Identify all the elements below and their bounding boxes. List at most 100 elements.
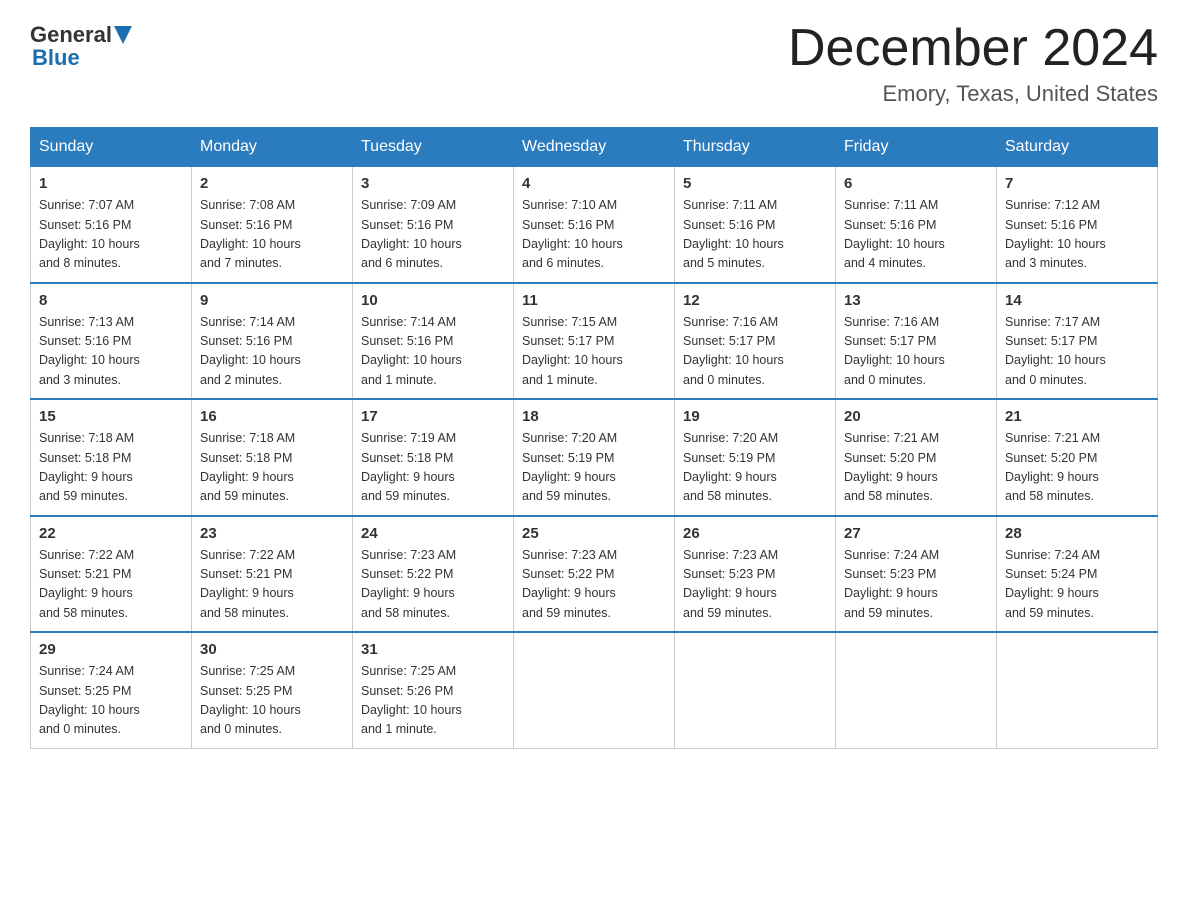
calendar-cell: 5 Sunrise: 7:11 AMSunset: 5:16 PMDayligh…	[675, 167, 836, 283]
calendar-cell: 20 Sunrise: 7:21 AMSunset: 5:20 PMDaylig…	[836, 399, 997, 516]
day-number: 4	[522, 175, 666, 192]
calendar-cell: 6 Sunrise: 7:11 AMSunset: 5:16 PMDayligh…	[836, 167, 997, 283]
day-number: 23	[200, 525, 344, 542]
title-block: December 2024 Emory, Texas, United State…	[788, 20, 1158, 107]
col-wednesday: Wednesday	[514, 128, 675, 167]
col-monday: Monday	[192, 128, 353, 167]
day-info: Sunrise: 7:22 AMSunset: 5:21 PMDaylight:…	[200, 546, 344, 624]
calendar-cell: 13 Sunrise: 7:16 AMSunset: 5:17 PMDaylig…	[836, 283, 997, 400]
day-number: 12	[683, 292, 827, 309]
logo-general: General	[30, 22, 112, 48]
day-info: Sunrise: 7:11 AMSunset: 5:16 PMDaylight:…	[683, 196, 827, 274]
day-info: Sunrise: 7:20 AMSunset: 5:19 PMDaylight:…	[522, 429, 666, 507]
day-number: 27	[844, 525, 988, 542]
day-number: 17	[361, 408, 505, 425]
col-sunday: Sunday	[31, 128, 192, 167]
calendar-week-row: 1 Sunrise: 7:07 AMSunset: 5:16 PMDayligh…	[31, 167, 1158, 283]
calendar-cell: 7 Sunrise: 7:12 AMSunset: 5:16 PMDayligh…	[997, 167, 1158, 283]
day-info: Sunrise: 7:13 AMSunset: 5:16 PMDaylight:…	[39, 313, 183, 391]
calendar-cell: 12 Sunrise: 7:16 AMSunset: 5:17 PMDaylig…	[675, 283, 836, 400]
calendar-cell	[514, 632, 675, 748]
day-info: Sunrise: 7:23 AMSunset: 5:22 PMDaylight:…	[361, 546, 505, 624]
day-info: Sunrise: 7:22 AMSunset: 5:21 PMDaylight:…	[39, 546, 183, 624]
calendar-cell: 16 Sunrise: 7:18 AMSunset: 5:18 PMDaylig…	[192, 399, 353, 516]
day-number: 10	[361, 292, 505, 309]
calendar-cell: 1 Sunrise: 7:07 AMSunset: 5:16 PMDayligh…	[31, 167, 192, 283]
day-info: Sunrise: 7:24 AMSunset: 5:23 PMDaylight:…	[844, 546, 988, 624]
day-number: 11	[522, 292, 666, 309]
day-info: Sunrise: 7:14 AMSunset: 5:16 PMDaylight:…	[200, 313, 344, 391]
day-info: Sunrise: 7:19 AMSunset: 5:18 PMDaylight:…	[361, 429, 505, 507]
calendar-week-row: 29 Sunrise: 7:24 AMSunset: 5:25 PMDaylig…	[31, 632, 1158, 748]
day-info: Sunrise: 7:20 AMSunset: 5:19 PMDaylight:…	[683, 429, 827, 507]
month-year-title: December 2024	[788, 20, 1158, 77]
day-number: 7	[1005, 175, 1149, 192]
page-header: General Blue December 2024 Emory, Texas,…	[30, 20, 1158, 107]
day-number: 14	[1005, 292, 1149, 309]
calendar-cell: 2 Sunrise: 7:08 AMSunset: 5:16 PMDayligh…	[192, 167, 353, 283]
day-info: Sunrise: 7:24 AMSunset: 5:25 PMDaylight:…	[39, 662, 183, 740]
day-number: 25	[522, 525, 666, 542]
day-number: 29	[39, 641, 183, 658]
calendar-cell: 31 Sunrise: 7:25 AMSunset: 5:26 PMDaylig…	[353, 632, 514, 748]
day-number: 30	[200, 641, 344, 658]
calendar-cell: 26 Sunrise: 7:23 AMSunset: 5:23 PMDaylig…	[675, 516, 836, 633]
day-info: Sunrise: 7:25 AMSunset: 5:25 PMDaylight:…	[200, 662, 344, 740]
logo-arrow-icon	[114, 26, 132, 49]
calendar-cell: 23 Sunrise: 7:22 AMSunset: 5:21 PMDaylig…	[192, 516, 353, 633]
calendar-cell: 25 Sunrise: 7:23 AMSunset: 5:22 PMDaylig…	[514, 516, 675, 633]
col-friday: Friday	[836, 128, 997, 167]
calendar-table: Sunday Monday Tuesday Wednesday Thursday…	[30, 127, 1158, 749]
day-info: Sunrise: 7:24 AMSunset: 5:24 PMDaylight:…	[1005, 546, 1149, 624]
calendar-cell: 19 Sunrise: 7:20 AMSunset: 5:19 PMDaylig…	[675, 399, 836, 516]
calendar-cell	[997, 632, 1158, 748]
day-info: Sunrise: 7:15 AMSunset: 5:17 PMDaylight:…	[522, 313, 666, 391]
col-thursday: Thursday	[675, 128, 836, 167]
day-info: Sunrise: 7:11 AMSunset: 5:16 PMDaylight:…	[844, 196, 988, 274]
day-number: 19	[683, 408, 827, 425]
logo-blue: Blue	[32, 45, 80, 71]
calendar-cell: 9 Sunrise: 7:14 AMSunset: 5:16 PMDayligh…	[192, 283, 353, 400]
calendar-cell: 24 Sunrise: 7:23 AMSunset: 5:22 PMDaylig…	[353, 516, 514, 633]
day-number: 26	[683, 525, 827, 542]
col-saturday: Saturday	[997, 128, 1158, 167]
day-number: 28	[1005, 525, 1149, 542]
day-info: Sunrise: 7:18 AMSunset: 5:18 PMDaylight:…	[200, 429, 344, 507]
day-info: Sunrise: 7:16 AMSunset: 5:17 PMDaylight:…	[683, 313, 827, 391]
calendar-cell: 14 Sunrise: 7:17 AMSunset: 5:17 PMDaylig…	[997, 283, 1158, 400]
day-number: 20	[844, 408, 988, 425]
logo: General Blue	[30, 20, 132, 71]
day-info: Sunrise: 7:23 AMSunset: 5:22 PMDaylight:…	[522, 546, 666, 624]
day-info: Sunrise: 7:16 AMSunset: 5:17 PMDaylight:…	[844, 313, 988, 391]
day-number: 5	[683, 175, 827, 192]
calendar-cell: 17 Sunrise: 7:19 AMSunset: 5:18 PMDaylig…	[353, 399, 514, 516]
calendar-cell	[836, 632, 997, 748]
day-info: Sunrise: 7:17 AMSunset: 5:17 PMDaylight:…	[1005, 313, 1149, 391]
day-info: Sunrise: 7:18 AMSunset: 5:18 PMDaylight:…	[39, 429, 183, 507]
day-info: Sunrise: 7:23 AMSunset: 5:23 PMDaylight:…	[683, 546, 827, 624]
day-info: Sunrise: 7:14 AMSunset: 5:16 PMDaylight:…	[361, 313, 505, 391]
day-number: 2	[200, 175, 344, 192]
calendar-cell: 18 Sunrise: 7:20 AMSunset: 5:19 PMDaylig…	[514, 399, 675, 516]
day-number: 15	[39, 408, 183, 425]
calendar-week-row: 22 Sunrise: 7:22 AMSunset: 5:21 PMDaylig…	[31, 516, 1158, 633]
day-number: 18	[522, 408, 666, 425]
calendar-cell: 21 Sunrise: 7:21 AMSunset: 5:20 PMDaylig…	[997, 399, 1158, 516]
calendar-header-row: Sunday Monday Tuesday Wednesday Thursday…	[31, 128, 1158, 167]
calendar-cell: 22 Sunrise: 7:22 AMSunset: 5:21 PMDaylig…	[31, 516, 192, 633]
calendar-cell: 27 Sunrise: 7:24 AMSunset: 5:23 PMDaylig…	[836, 516, 997, 633]
location-subtitle: Emory, Texas, United States	[788, 81, 1158, 107]
day-info: Sunrise: 7:12 AMSunset: 5:16 PMDaylight:…	[1005, 196, 1149, 274]
day-number: 22	[39, 525, 183, 542]
day-number: 21	[1005, 408, 1149, 425]
day-number: 24	[361, 525, 505, 542]
calendar-cell: 4 Sunrise: 7:10 AMSunset: 5:16 PMDayligh…	[514, 167, 675, 283]
calendar-week-row: 15 Sunrise: 7:18 AMSunset: 5:18 PMDaylig…	[31, 399, 1158, 516]
day-number: 6	[844, 175, 988, 192]
day-number: 3	[361, 175, 505, 192]
day-info: Sunrise: 7:25 AMSunset: 5:26 PMDaylight:…	[361, 662, 505, 740]
day-info: Sunrise: 7:21 AMSunset: 5:20 PMDaylight:…	[1005, 429, 1149, 507]
calendar-cell: 29 Sunrise: 7:24 AMSunset: 5:25 PMDaylig…	[31, 632, 192, 748]
day-number: 8	[39, 292, 183, 309]
day-info: Sunrise: 7:09 AMSunset: 5:16 PMDaylight:…	[361, 196, 505, 274]
